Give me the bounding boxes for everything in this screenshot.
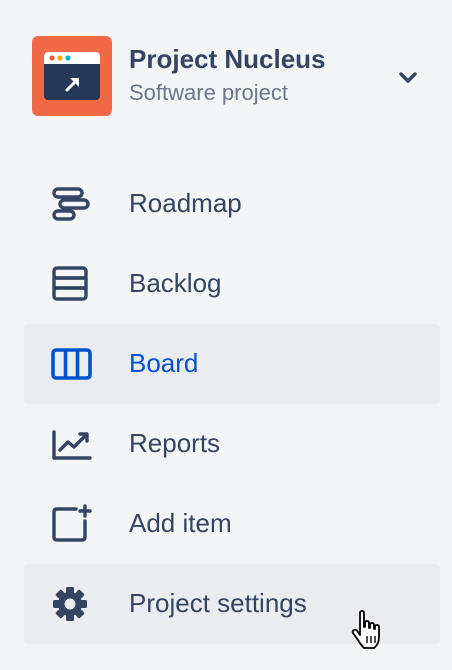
chevron-down-icon[interactable] [396,66,420,90]
reports-icon [52,430,92,460]
hand-pointer-cursor-icon [351,610,380,649]
sidebar-item-roadmap[interactable]: Roadmap [24,164,440,244]
sidebar-item-label: Add item [129,508,232,538]
sidebar-item-label: Backlog [129,268,222,298]
sidebar-item-label: Project settings [129,588,307,618]
backlog-icon [52,266,88,301]
project-type: Software project [129,80,288,105]
project-sidebar: Project Nucleus Software project Roadmap… [0,0,452,670]
project-avatar [32,36,112,116]
sidebar-item-label: Board [129,348,199,378]
project-window-icon [44,52,100,100]
sidebar-item-backlog[interactable]: Backlog [24,244,440,324]
gear-icon [53,587,87,621]
sidebar-item-add-item[interactable]: Add item [24,484,440,564]
project-name: Project Nucleus [129,44,326,74]
sidebar-item-board[interactable]: Board [24,324,440,404]
board-icon [51,348,92,380]
roadmap-icon [52,187,90,221]
project-header[interactable]: Project Nucleus Software project [32,36,422,116]
sidebar-item-label: Reports [129,428,221,458]
sidebar-item-label: Roadmap [129,188,242,218]
add-item-icon [52,504,92,542]
sidebar-item-reports[interactable]: Reports [24,404,440,484]
